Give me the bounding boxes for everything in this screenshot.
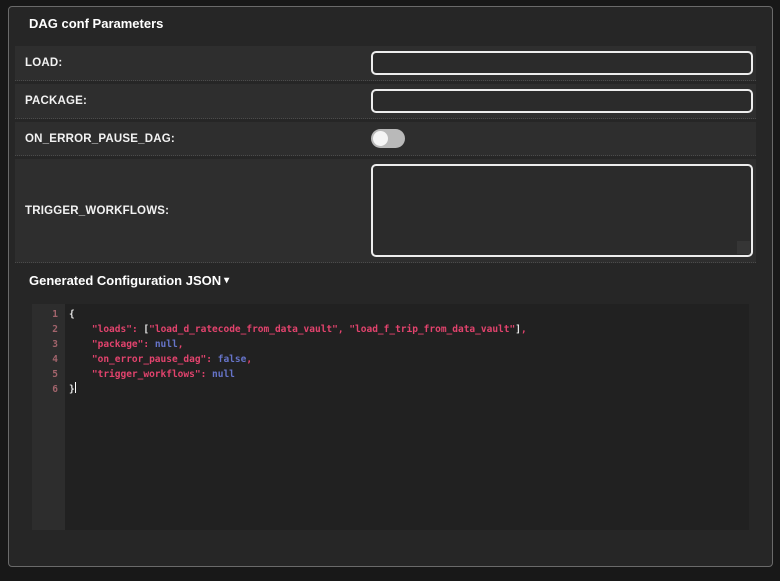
package-control bbox=[368, 84, 756, 118]
toggle-knob-icon bbox=[373, 131, 388, 146]
editor-code[interactable]: { "loads": ["load_d_ratecode_from_data_v… bbox=[65, 304, 749, 530]
generated-json-title: Generated Configuration JSON bbox=[29, 273, 221, 289]
trigger-workflows-control bbox=[368, 159, 756, 262]
package-label: PACKAGE: bbox=[15, 95, 368, 107]
json-code-editor[interactable]: 123456 { "loads": ["load_d_ratecode_from… bbox=[32, 304, 749, 530]
load-label: LOAD: bbox=[15, 57, 368, 69]
code-line: { bbox=[69, 307, 749, 322]
on-error-pause-dag-toggle[interactable] bbox=[371, 129, 405, 148]
code-line: } bbox=[69, 382, 749, 397]
trigger-workflows-label: TRIGGER_WORKFLOWS: bbox=[15, 205, 368, 217]
panel-title: DAG conf Parameters bbox=[29, 16, 772, 32]
line-number: 2 bbox=[32, 322, 58, 337]
text-cursor bbox=[75, 382, 77, 393]
line-number: 4 bbox=[32, 352, 58, 367]
line-number: 6 bbox=[32, 382, 58, 397]
load-input[interactable] bbox=[371, 51, 753, 75]
package-input[interactable] bbox=[371, 89, 753, 113]
code-line: "trigger_workflows": null bbox=[69, 367, 749, 382]
chevron-down-icon: ▾ bbox=[224, 273, 229, 289]
resize-grip-icon[interactable] bbox=[737, 241, 750, 254]
code-line: "loads": ["load_d_ratecode_from_data_vau… bbox=[69, 322, 749, 337]
code-line: "on_error_pause_dag": false, bbox=[69, 352, 749, 367]
form-row-trigger-workflows: TRIGGER_WORKFLOWS: bbox=[15, 159, 756, 263]
editor-gutter: 123456 bbox=[32, 304, 65, 530]
parameters-form: LOAD: PACKAGE: ON_ERROR_PAUSE_DAG: TRIGG… bbox=[15, 46, 756, 263]
on-error-pause-dag-label: ON_ERROR_PAUSE_DAG: bbox=[15, 133, 368, 145]
load-control bbox=[368, 46, 756, 80]
form-row-load: LOAD: bbox=[15, 46, 756, 81]
line-number: 5 bbox=[32, 367, 58, 382]
line-number: 1 bbox=[32, 307, 58, 322]
form-row-on-error-pause-dag: ON_ERROR_PAUSE_DAG: bbox=[15, 122, 756, 156]
on-error-pause-dag-control bbox=[368, 124, 756, 153]
line-number: 3 bbox=[32, 337, 58, 352]
trigger-workflows-textarea[interactable] bbox=[371, 164, 753, 257]
generated-json-section-header[interactable]: Generated Configuration JSON ▾ bbox=[29, 273, 229, 289]
form-row-package: PACKAGE: bbox=[15, 84, 756, 119]
dag-conf-panel: DAG conf Parameters LOAD: PACKAGE: ON_ER… bbox=[8, 6, 773, 567]
code-line: "package": null, bbox=[69, 337, 749, 352]
